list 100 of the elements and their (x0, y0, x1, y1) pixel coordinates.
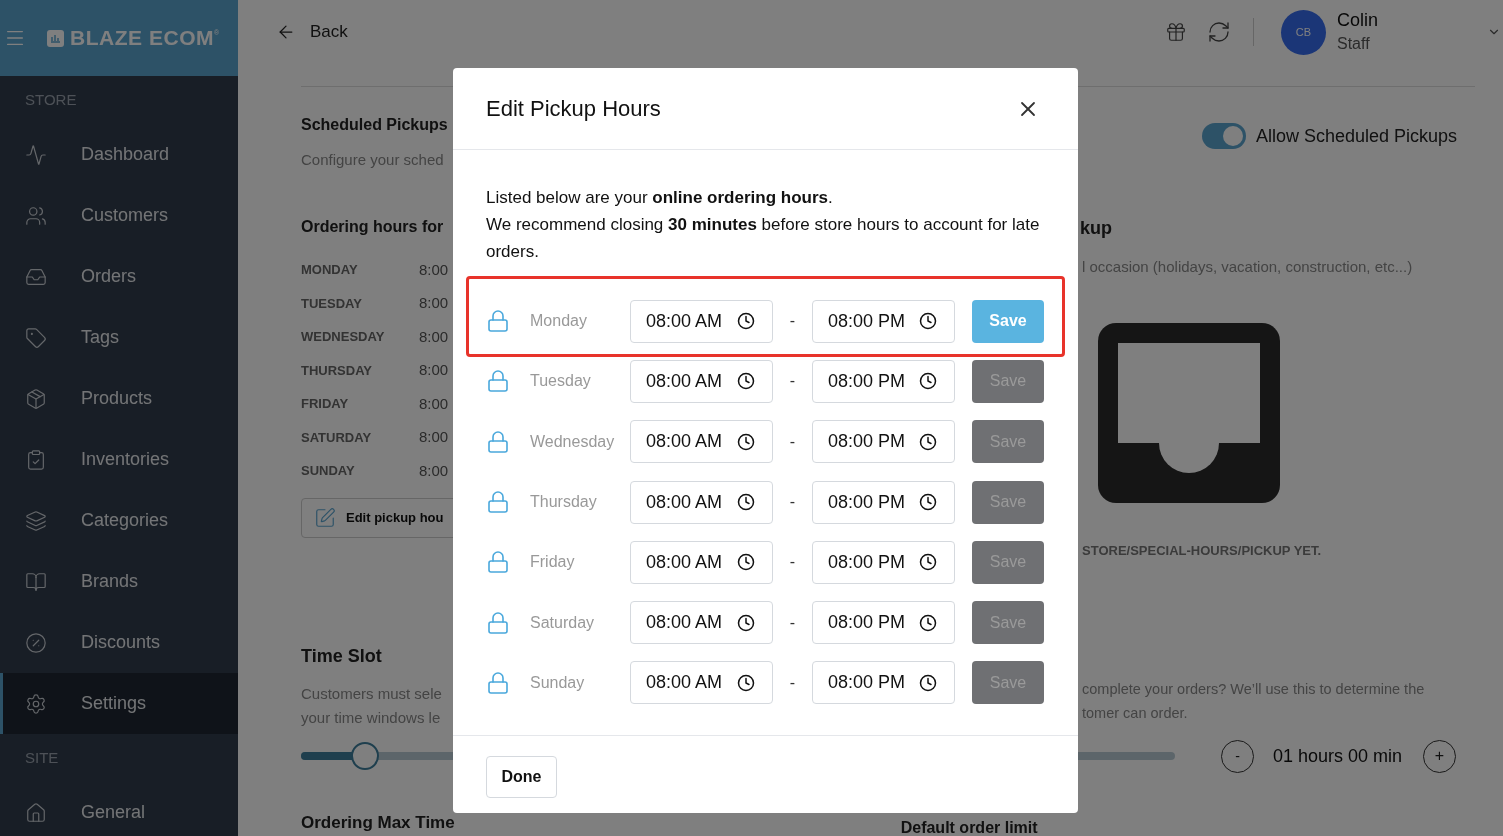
description-line: tomer can order. (1082, 704, 1189, 723)
day-label: SUNDAY (301, 462, 356, 480)
time-text: 8:00 (419, 326, 449, 347)
back-link[interactable]: Back (310, 19, 348, 45)
time-field[interactable]: 08:00 AM (630, 299, 773, 343)
clock-icon (919, 613, 937, 632)
section-title: Default order limit (900, 818, 1038, 836)
brand-name: BLAZE ECOM (70, 25, 215, 52)
day-label: Saturday (530, 612, 596, 633)
time-text: 8:00 (419, 460, 449, 481)
time-field[interactable]: 08:00 AM (630, 601, 773, 645)
range-separator: - (788, 371, 797, 392)
time-field[interactable]: 08:00 AM (630, 359, 773, 403)
clock-icon (919, 493, 937, 512)
user-role: Staff (1337, 34, 1371, 54)
toggle-label: Allow Scheduled Pickups (1255, 125, 1457, 148)
day-label: THURSDAY (301, 361, 374, 380)
sidebar-item[interactable]: Discounts (0, 612, 238, 673)
clock-icon (737, 312, 755, 331)
time-field[interactable]: 08:00 PM (812, 299, 955, 343)
empty-tray-icon (1098, 322, 1280, 503)
clock-icon (919, 372, 937, 391)
padlock-icon (486, 309, 510, 334)
section-title: Scheduled Pickups (301, 115, 449, 135)
range-separator: - (788, 552, 797, 573)
intro-text: We recommend closing 30 minutes before store hours to account for late orders. (486, 214, 1041, 263)
padlock-icon (486, 490, 510, 515)
padlock-icon (486, 610, 510, 635)
time-field[interactable]: 08:00 PM (812, 480, 955, 524)
time-field[interactable]: 08:00 AM (630, 420, 773, 464)
modal-title: Edit Pickup Hours (486, 95, 661, 123)
day-label: Monday (530, 311, 588, 332)
padlock-icon (486, 429, 510, 454)
range-separator: - (788, 431, 797, 452)
refresh-icon[interactable] (1207, 20, 1231, 44)
day-label: SATURDAY (301, 428, 373, 447)
clock-icon (919, 553, 937, 572)
day-label: Wednesday (530, 431, 616, 452)
clock-icon (919, 312, 937, 331)
day-label: FRIDAY (301, 395, 350, 413)
time-field[interactable]: 08:00 AM (630, 480, 773, 524)
section-title: Time Slot (301, 645, 383, 668)
time-text: 8:00 (419, 393, 449, 414)
slider-thumb[interactable] (350, 742, 379, 770)
book-icon (25, 570, 47, 593)
sidebar-item[interactable]: Products (0, 368, 238, 429)
sidebar-item[interactable]: Orders (0, 246, 238, 307)
user-avatar[interactable]: CB (1281, 9, 1326, 55)
clipboard-icon (25, 448, 47, 471)
range-separator: - (788, 672, 797, 693)
time-text: 8:00 (419, 259, 449, 280)
edit-icon (314, 506, 336, 529)
section-title: kup (1080, 217, 1113, 240)
clock-icon (737, 673, 755, 692)
user-name: Colin (1337, 9, 1380, 32)
sidebar-item[interactable]: Inventories (0, 429, 238, 490)
day-label: TUESDAY (301, 294, 363, 313)
tag-icon (25, 326, 47, 349)
description-line: Customers must sele (301, 684, 443, 704)
time-field[interactable]: 08:00 PM (812, 359, 955, 403)
time-field[interactable]: 08:00 PM (812, 420, 955, 464)
day-label: Tuesday (530, 371, 592, 392)
padlock-icon (486, 369, 510, 394)
description-line: your time windows le (301, 708, 442, 728)
time-field[interactable]: 08:00 PM (812, 540, 955, 584)
range-separator: - (788, 612, 797, 633)
sidebar-item[interactable]: Settings (0, 673, 238, 734)
day-label: Sunday (530, 672, 586, 693)
day-label: Thursday (530, 492, 598, 513)
sidebar-item[interactable]: Dashboard (0, 124, 238, 185)
users-icon (25, 204, 47, 227)
time-field[interactable]: 08:00 PM (812, 661, 955, 705)
range-separator: - (788, 492, 797, 513)
gift-icon[interactable] (1165, 21, 1187, 43)
logo-icon (47, 29, 64, 47)
description-line: complete your orders? We’ll use this to determine the (1082, 680, 1426, 699)
clock-icon (919, 673, 937, 692)
sidebar-item[interactable]: Categories (0, 490, 238, 551)
padlock-icon (486, 670, 510, 695)
sidebar-item[interactable]: Customers (0, 185, 238, 246)
padlock-icon (486, 550, 510, 575)
done-button[interactable]: Done (486, 756, 557, 799)
box-icon (25, 387, 47, 410)
sidebar-item[interactable]: Tags (0, 307, 238, 368)
time-field[interactable]: 08:00 AM (630, 661, 773, 705)
home-icon (25, 801, 47, 824)
sidebar-item[interactable]: General (0, 782, 238, 836)
clock-icon (919, 432, 937, 451)
time-field[interactable]: 08:00 AM (630, 540, 773, 584)
layers-icon (25, 509, 47, 532)
time-field[interactable]: 08:00 PM (812, 601, 955, 645)
time-text: 8:00 (419, 293, 449, 313)
clock-icon (737, 613, 755, 632)
time-text: 8:00 (419, 427, 449, 447)
pulse-icon (25, 143, 47, 166)
sidebar-item[interactable]: Brands (0, 551, 238, 612)
clock-icon (737, 372, 755, 391)
toggle-switch[interactable] (1201, 123, 1246, 149)
clock-icon (737, 553, 755, 572)
clock-icon (737, 432, 755, 451)
